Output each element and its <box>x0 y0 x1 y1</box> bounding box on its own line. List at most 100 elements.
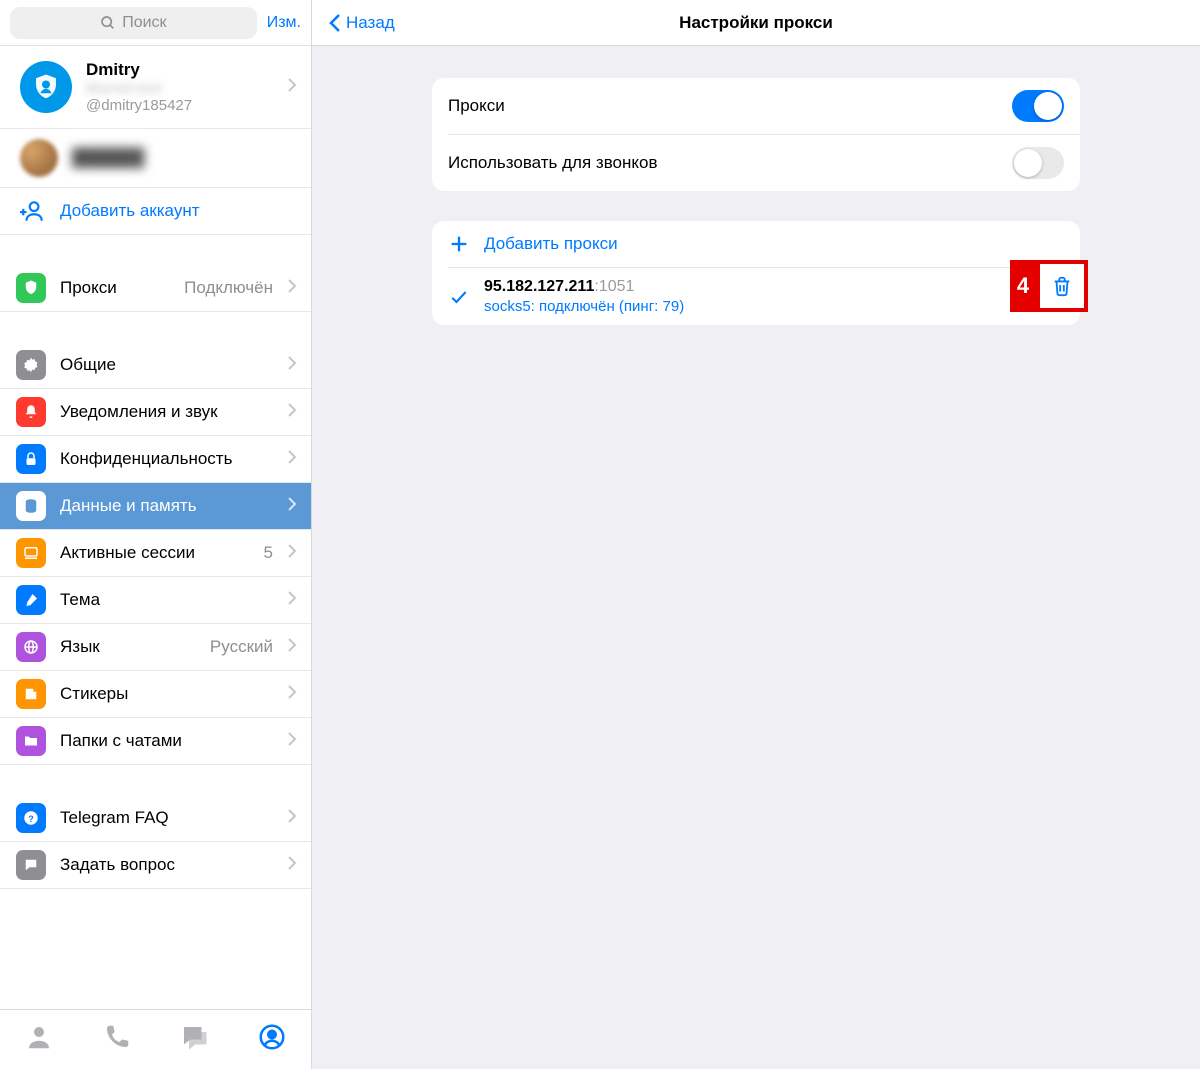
tab-settings[interactable] <box>257 1022 287 1057</box>
chevron-right-icon <box>287 355 297 376</box>
sticker-icon <box>22 685 40 703</box>
row-label: Общие <box>60 355 273 375</box>
chevron-right-icon <box>287 731 297 752</box>
row-label: Стикеры <box>60 684 273 704</box>
delete-proxy-button[interactable] <box>1036 260 1088 312</box>
proxy-list-card: Добавить прокси 95.182.127.211:1051 sock… <box>432 221 1080 325</box>
row-value: Подключён <box>184 278 273 298</box>
trash-icon <box>1051 274 1073 298</box>
search-placeholder: Поиск <box>122 14 166 32</box>
page-title: Настройки прокси <box>679 13 833 33</box>
add-proxy-button[interactable]: Добавить прокси <box>432 221 1080 267</box>
chats-icon <box>179 1022 209 1052</box>
database-icon <box>22 497 40 515</box>
lock-icon <box>22 450 40 468</box>
settings-tab-icon <box>257 1022 287 1052</box>
chevron-right-icon <box>287 684 297 705</box>
folder-icon <box>22 732 40 750</box>
toggle-label: Прокси <box>448 96 505 116</box>
row-label: Telegram FAQ <box>60 808 273 828</box>
sidebar-item-data[interactable]: Данные и память <box>0 483 311 530</box>
chevron-right-icon <box>287 808 297 829</box>
row-label: Тема <box>60 590 273 610</box>
row-value: Русский <box>210 637 273 657</box>
row-label: Задать вопрос <box>60 855 273 875</box>
settings-sidebar: Поиск Изм. Dmitry blurred text @dmitry18… <box>0 0 312 1069</box>
annotation-delete: 4 <box>1010 260 1088 312</box>
chevron-right-icon <box>287 590 297 611</box>
add-account-label: Добавить аккаунт <box>60 201 200 221</box>
search-input[interactable]: Поиск <box>10 7 257 39</box>
tab-contacts[interactable] <box>24 1022 54 1057</box>
row-label: Папки с чатами <box>60 731 273 751</box>
row-label: Уведомления и звук <box>60 402 273 422</box>
edit-button[interactable]: Изм. <box>267 14 301 32</box>
main-panel: Назад Настройки прокси Прокси Использова… <box>312 0 1200 1069</box>
proxy-toggle[interactable] <box>1012 90 1064 122</box>
proxy-toggle-row: Прокси <box>432 78 1080 134</box>
sidebar-item-language[interactable]: Язык Русский <box>0 624 311 671</box>
toggles-card: Прокси Использовать для звонков <box>432 78 1080 191</box>
sidebar-item-faq[interactable]: ? Telegram FAQ <box>0 795 311 842</box>
toggle-label: Использовать для звонков <box>448 153 658 173</box>
proxy-status: socks5: подключён (пинг: 79) <box>484 298 1064 315</box>
question-icon: ? <box>22 809 40 827</box>
search-bar: Поиск Изм. <box>0 0 311 46</box>
sidebar-item-sessions[interactable]: Активные сессии 5 <box>0 530 311 577</box>
row-label: Язык <box>60 637 196 657</box>
shield-icon <box>22 279 40 297</box>
row-label: Конфиденциальность <box>60 449 273 469</box>
sidebar-item-theme[interactable]: Тема <box>0 577 311 624</box>
sidebar-item-folders[interactable]: Папки с чатами <box>0 718 311 765</box>
row-label: Прокси <box>60 278 170 298</box>
content-area: Прокси Использовать для звонков Добавить… <box>312 46 1200 387</box>
row-value: 5 <box>264 543 273 563</box>
phone-icon <box>102 1022 132 1052</box>
back-button[interactable]: Назад <box>328 0 395 45</box>
profile-text: Dmitry blurred text @dmitry185427 <box>86 60 273 114</box>
top-bar: Назад Настройки прокси <box>312 0 1200 46</box>
tab-calls[interactable] <box>102 1022 132 1057</box>
add-user-icon <box>20 198 46 224</box>
sidebar-item-proxy[interactable]: Прокси Подключён <box>0 265 311 312</box>
proxy-info: 95.182.127.211:1051 socks5: подключён (п… <box>484 278 1064 315</box>
secondary-account-row[interactable]: ██████ <box>0 129 311 188</box>
chevron-right-icon <box>287 77 297 98</box>
add-account-button[interactable]: Добавить аккаунт <box>0 188 311 235</box>
chevron-right-icon <box>287 637 297 658</box>
profile-name: Dmitry <box>86 60 273 80</box>
person-icon <box>24 1022 54 1052</box>
chevron-right-icon <box>287 496 297 517</box>
chevron-right-icon <box>287 402 297 423</box>
row-label: Активные сессии <box>60 543 250 563</box>
check-icon <box>448 287 470 307</box>
chevron-right-icon <box>287 855 297 876</box>
back-label: Назад <box>346 13 395 33</box>
sidebar-item-ask[interactable]: Задать вопрос <box>0 842 311 889</box>
chevron-right-icon <box>287 543 297 564</box>
sidebar-item-privacy[interactable]: Конфиденциальность <box>0 436 311 483</box>
calls-toggle[interactable] <box>1012 147 1064 179</box>
proxy-ip: 95.182.127.211 <box>484 278 594 295</box>
gear-icon <box>22 356 40 374</box>
monitor-icon <box>22 544 40 562</box>
brush-icon <box>22 591 40 609</box>
chevron-right-icon <box>287 449 297 470</box>
profile-username: @dmitry185427 <box>86 97 273 114</box>
tab-chats[interactable] <box>179 1022 209 1057</box>
search-icon <box>100 15 116 31</box>
sidebar-item-notifications[interactable]: Уведомления и звук <box>0 389 311 436</box>
sidebar-item-general[interactable]: Общие <box>0 342 311 389</box>
plus-icon <box>448 233 470 255</box>
profile-blurred-line: blurred text <box>86 80 273 97</box>
bell-icon <box>22 403 40 421</box>
calls-toggle-row: Использовать для звонков <box>432 135 1080 191</box>
chevron-right-icon <box>287 278 297 299</box>
profile-row[interactable]: Dmitry blurred text @dmitry185427 <box>0 46 311 129</box>
sidebar-item-stickers[interactable]: Стикеры <box>0 671 311 718</box>
proxy-address: 95.182.127.211:1051 <box>484 278 1064 296</box>
annotation-number: 4 <box>1010 260 1036 312</box>
secondary-account-label: ██████ <box>72 148 297 168</box>
svg-text:?: ? <box>28 814 34 824</box>
proxy-entry-row[interactable]: 95.182.127.211:1051 socks5: подключён (п… <box>432 268 1080 325</box>
